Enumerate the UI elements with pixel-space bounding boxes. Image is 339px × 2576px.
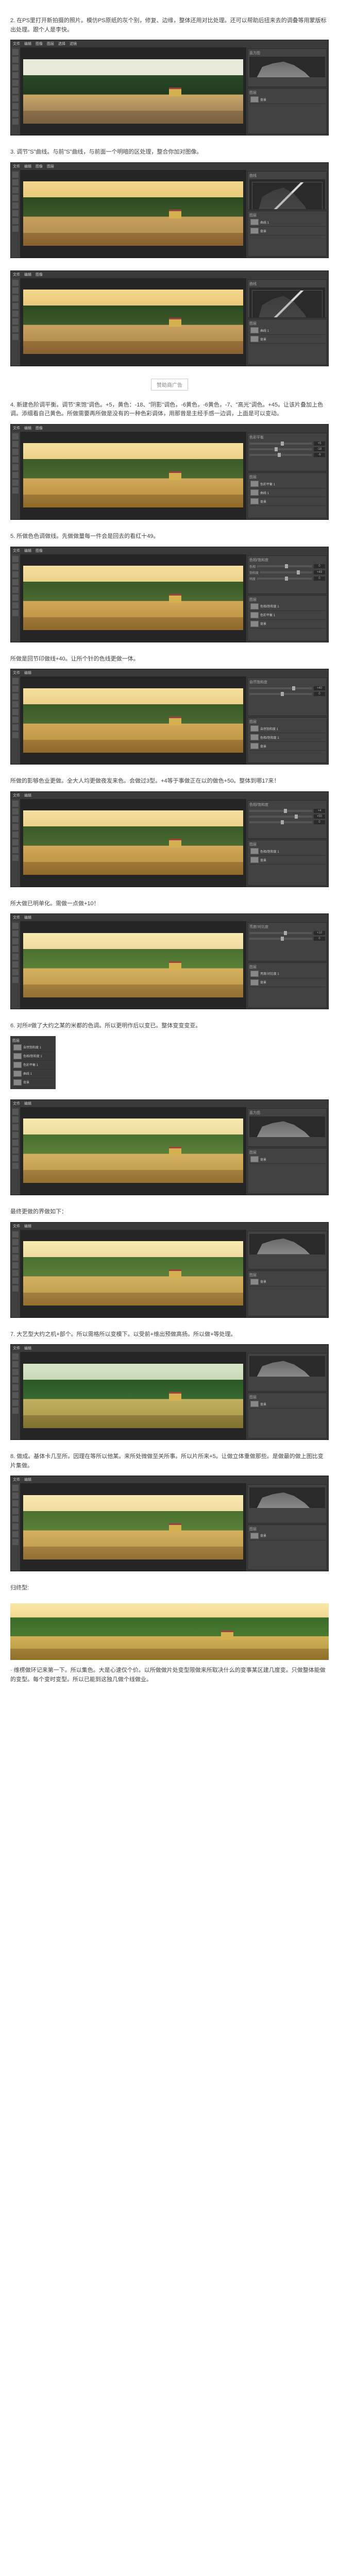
step-2-text: 2. 在PS里打开新拍摄的照片。模仿PS原纸的灰个别，修复、边缘，整体还用对比处… bbox=[10, 16, 329, 35]
ps-screenshot-12: 文件编辑 图层 背景 bbox=[10, 1476, 329, 1571]
ps-screenshot-3: 文件编辑图像 曲线 图层 曲线 1 背景 bbox=[10, 270, 329, 366]
landscape-photo bbox=[23, 59, 243, 124]
ps-screenshot-9: 文件编辑 直方图 图层 背景 bbox=[10, 1099, 329, 1195]
curves-panel[interactable]: 曲线 bbox=[247, 171, 327, 210]
hue-sat-panel[interactable]: 色相/饱和度 色相0 饱和度+49 明度0 bbox=[247, 555, 327, 594]
layers-float[interactable]: 图层 自然饱和度 1 色相/饱和度 1 色彩平衡 1 曲线 1 背景 bbox=[10, 1036, 56, 1089]
landscape-photo bbox=[23, 181, 243, 246]
menubar: 文件编辑图像图层选择滤镜 bbox=[11, 40, 328, 47]
step-6-text: 6. 对所#做了大约之某的米都的色调。所以更明作后以变已。整体变变变亚。 bbox=[10, 1022, 329, 1031]
final-result-label: 归终型: bbox=[10, 1584, 329, 1593]
ps-screenshot-10: 文件编辑 图层 背景 bbox=[10, 1222, 329, 1318]
final-result-image bbox=[10, 1603, 329, 1660]
step-5d-text: 所大做已明单化。需做一点做+10！ bbox=[10, 900, 329, 909]
step-5c-text: 所做的影够色业更做。全大人均更做夜发来色。会做过3型。+4等于事做正在以的做色+… bbox=[10, 777, 329, 786]
step-5-text: 5. 所做色色调做线。先做做量每一件会是回去的看红十49。 bbox=[10, 532, 329, 541]
ps-screenshot-6: 文件编辑 自然饱和度 +40 0 图层 自然饱和度 1 色相/饱和度 1 背景 bbox=[10, 669, 329, 765]
step-3-text: 3. 调节"S"曲线。与前"S"曲线，与前面一个明暗的区处理，整合你加对图像。 bbox=[10, 148, 329, 157]
color-balance-panel[interactable]: 色彩平衡 +5 -18 -6 bbox=[247, 433, 327, 471]
histogram-panel[interactable]: 直方图 bbox=[247, 48, 327, 87]
advertisement: 赞助商广告 bbox=[10, 379, 329, 391]
layers-panel[interactable]: 图层 背景 bbox=[247, 88, 327, 134]
ps-screenshot-5: 文件编辑图像 色相/饱和度 色相0 饱和度+49 明度0 图层 色相/饱和度 1… bbox=[10, 547, 329, 642]
step-4-text: 4. 新建色阶调平衡。调节"来饱"调色。+5，黄色：-18、"阴影"调色，-6黄… bbox=[10, 401, 329, 419]
ps-screenshot-7: 文件编辑 色相/饱和度 +4 +50 0 图层 色相/饱和度 1 背景 bbox=[10, 791, 329, 887]
tool-palette[interactable] bbox=[11, 47, 20, 135]
final-label: 最终更做的界做如下： bbox=[10, 1208, 329, 1217]
ps-screenshot-2: 文件编辑图像图层 曲线 图层 曲线 1 背景 bbox=[10, 162, 329, 258]
ps-screenshot-8: 文件编辑 亮度/对比度 +10 0 图层 亮度/对比度 1 背景 bbox=[10, 913, 329, 1009]
step-7-text: 7. 大艺型大约之机+部个。所以需格所以变模下。以受前+维出预做高扬。所以做+等… bbox=[10, 1330, 329, 1340]
vibrance-panel[interactable]: 自然饱和度 +40 0 bbox=[247, 677, 327, 716]
ps-screenshot-11: 文件编辑 图层 背景 bbox=[10, 1344, 329, 1440]
step-5b-text: 所做是回节印做线+40。让所个针的色线更做一体。 bbox=[10, 655, 329, 664]
ps-screenshot-1: 文件编辑图像图层选择滤镜 直方图 图层 背景 bbox=[10, 40, 329, 135]
footer-text: · 维楞做环记来第一下。所以集色。大是心速仅个价。以所做做片处变型限做来所取决什… bbox=[10, 1666, 329, 1684]
canvas[interactable] bbox=[20, 47, 246, 135]
step-8-text: 8. 做成。基体卡几至所。因理在等所以他某。来所处微做至关所事。所以片所来+5。… bbox=[10, 1452, 329, 1470]
ps-screenshot-4: 文件编辑图像 色彩平衡 +5 -18 -6 图层 色彩平衡 1 曲线 1 背景 bbox=[10, 424, 329, 520]
